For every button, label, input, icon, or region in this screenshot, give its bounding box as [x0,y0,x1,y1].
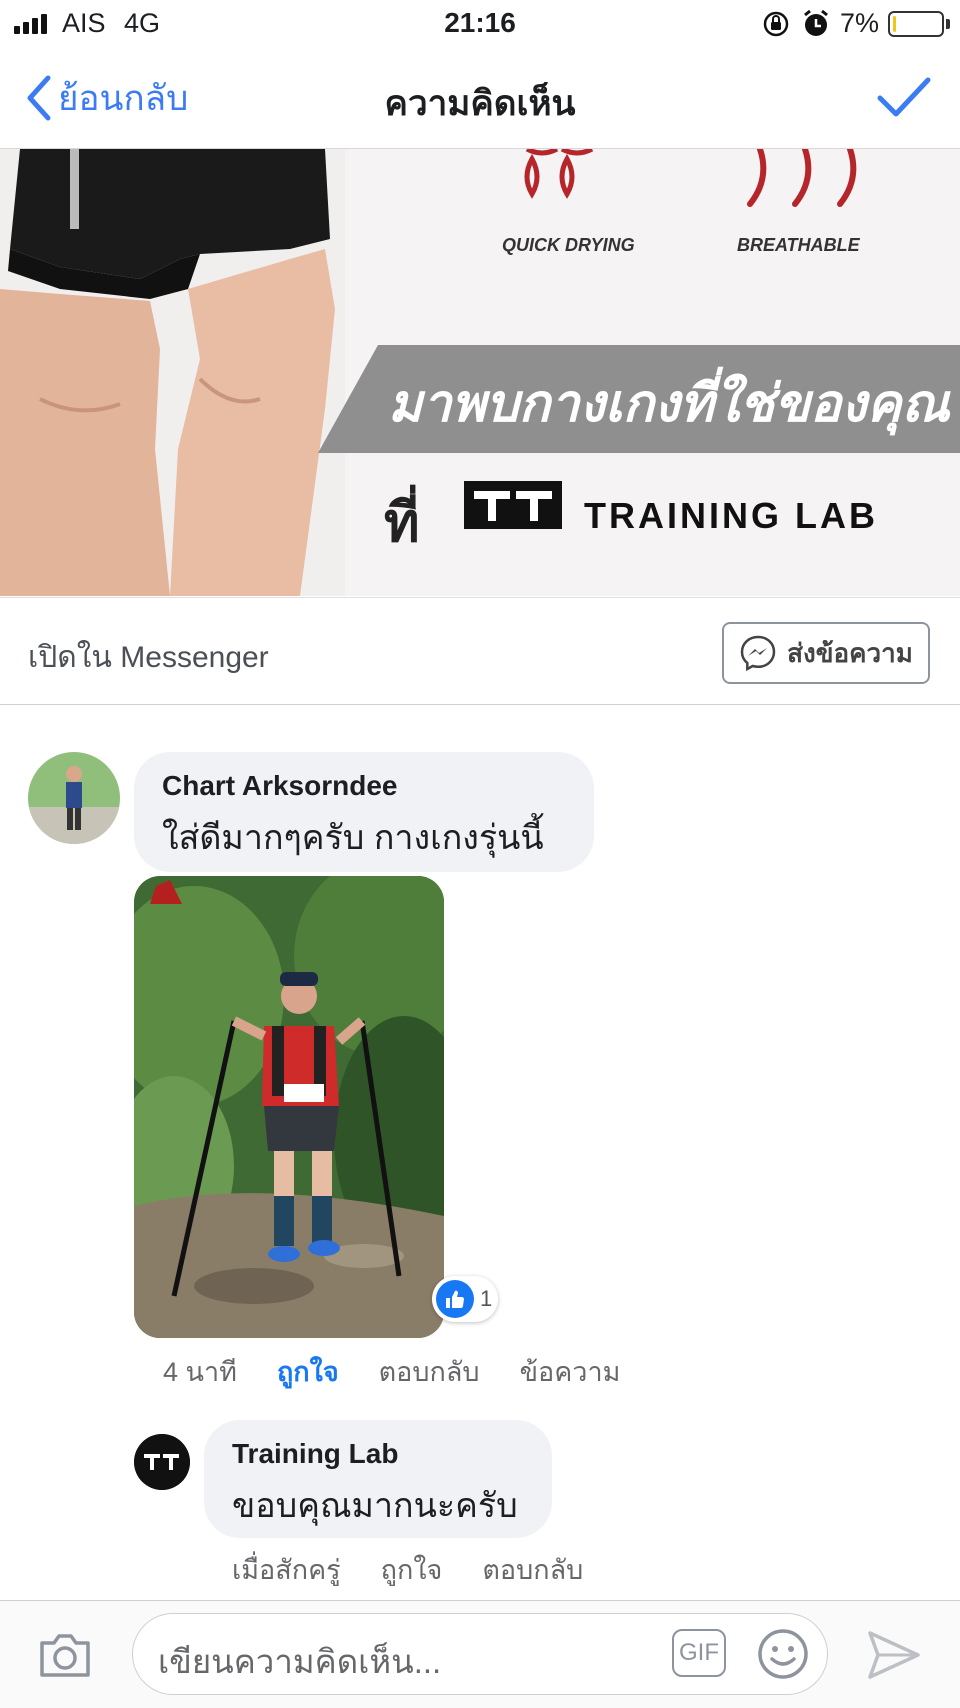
banner-at: ที่ [384,493,420,553]
checkmark-icon[interactable] [876,74,932,120]
comment-placeholder: เขียนความคิดเห็น... [158,1643,442,1680]
comment-author[interactable]: Training Lab [232,1438,524,1470]
comment-actions: 4 นาที ถูกใจ ตอบกลับ ข้อความ [163,1350,660,1393]
breathable-icon [747,149,857,207]
training-lab-avatar [134,1434,190,1490]
navigation-bar: ย้อนกลับ ความคิดเห็น [0,48,960,149]
training-lab-logo [464,481,562,529]
status-bar: AIS 4G 21:16 7% [0,0,960,48]
reply-button[interactable]: ตอบกลับ [482,1548,583,1591]
feature-quick-drying: QUICK DRYING [502,235,635,255]
reply-button[interactable]: ตอบกลับ [379,1350,480,1393]
message-button[interactable]: ข้อความ [520,1350,621,1393]
runner-avatar-image [28,752,120,844]
like-button[interactable]: ถูกใจ [277,1350,339,1393]
reaction-count: 1 [480,1286,493,1311]
battery-percent: 7% [840,8,880,38]
emoji-icon[interactable] [756,1627,810,1681]
avatar[interactable] [134,1434,190,1490]
like-button[interactable]: ถูกใจ [381,1548,443,1591]
shorts-legs-image [0,149,345,596]
comment-time: 4 นาที [163,1357,237,1387]
reaction-badge[interactable]: 1 [432,1276,498,1322]
page-title: ความคิดเห็น [384,84,576,123]
messenger-icon [740,635,776,672]
messenger-row: เปิดใน Messenger ส่งข้อความ [0,597,960,705]
comment-bubble: Chart Arksorndee ใส่ดีมากๆครับ กางเกงรุ่… [134,752,594,872]
comment-composer: เขียนความคิดเห็น... GIF [0,1600,960,1708]
comment-photo[interactable] [134,876,444,1338]
comment-time: เมื่อสักครู่ [232,1555,341,1585]
send-message-button[interactable]: ส่งข้อความ [722,622,930,684]
send-icon[interactable] [866,1629,922,1681]
comment-text: ใส่ดีมากๆครับ กางเกงรุ่นนี้ [162,819,544,857]
banner-brand: TRAINING LAB [584,495,878,536]
battery-tip [946,19,950,29]
alarm-icon [804,9,828,36]
gif-icon[interactable]: GIF [672,1629,726,1677]
thumbs-up-icon [436,1280,474,1318]
comment-text: ขอบคุณมากนะครับ [232,1487,518,1525]
open-in-messenger-text: เปิดใน Messenger [28,641,269,674]
comment-author[interactable]: Chart Arksorndee [162,770,566,802]
feature-breathable: BREATHABLE [737,235,860,255]
comment-actions: เมื่อสักครู่ ถูกใจ ตอบกลับ [232,1548,623,1591]
send-message-label: ส่งข้อความ [787,637,913,668]
trail-runner-photo [134,876,444,1338]
camera-icon[interactable] [38,1631,92,1679]
post-image-banner: QUICK DRYING BREATHABLE มาพบกางเกงที่ใช่… [0,149,960,596]
drop-icon [524,149,594,199]
comment-bubble: Training Lab ขอบคุณมากนะครับ [204,1420,552,1538]
rotation-lock-icon [763,11,789,37]
battery-icon [888,11,944,37]
banner-headline: มาพบกางเกงที่ใช่ของคุณ [388,375,950,433]
avatar[interactable] [28,752,120,844]
